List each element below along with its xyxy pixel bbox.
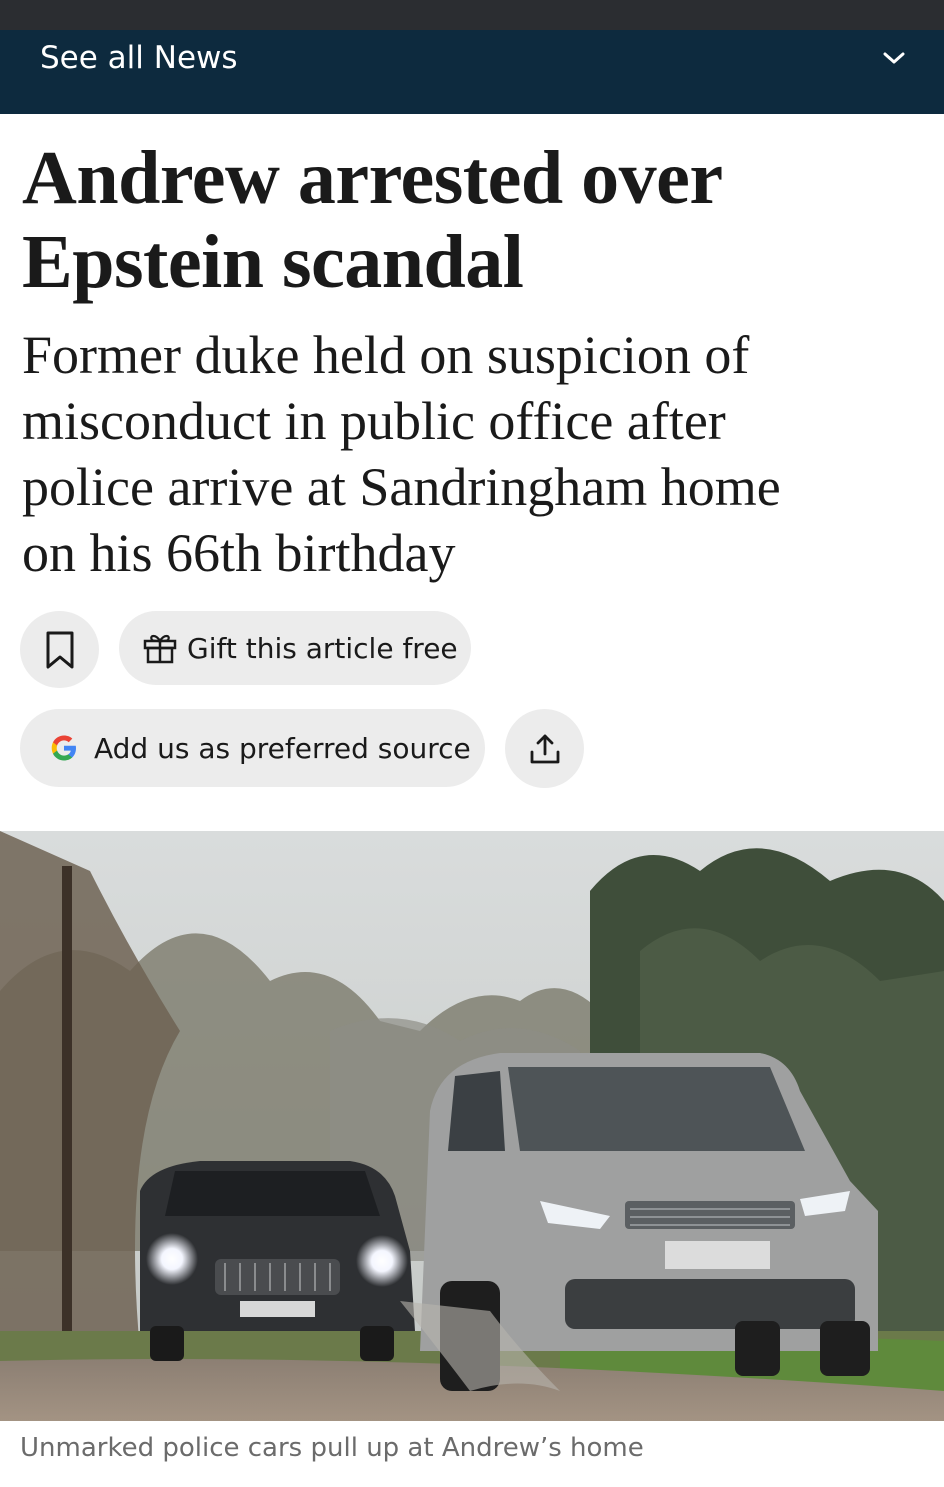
headline-line: Epstein scandal (22, 220, 524, 304)
section-nav-bar[interactable]: See all News (0, 30, 944, 114)
bookmark-icon (46, 631, 73, 668)
share-icon (530, 734, 559, 763)
gift-article-label: Gift this article free (187, 631, 458, 665)
google-g-icon (51, 735, 76, 761)
standfirst-line: on his 66th birthday (22, 523, 456, 583)
standfirst-line: misconduct in public office after (22, 391, 726, 451)
article-standfirst: Former duke held on suspicion of miscond… (22, 322, 927, 586)
preferred-source-label: Add us as preferred source (94, 731, 471, 765)
bookmark-button[interactable] (20, 611, 99, 688)
status-bar (0, 0, 944, 30)
gift-article-button[interactable]: Gift this article free (119, 611, 471, 685)
article-hero-image (0, 831, 944, 1421)
gift-icon (143, 634, 177, 664)
police-cars-photo (0, 831, 944, 1421)
preferred-source-button[interactable]: Add us as preferred source (20, 709, 485, 787)
article-headline: Andrew arrested over Epstein scandal (22, 136, 922, 304)
chevron-down-icon[interactable] (880, 44, 908, 72)
headline-line: Andrew arrested over (22, 136, 723, 220)
standfirst-line: Former duke held on suspicion of (22, 325, 750, 385)
image-caption: Unmarked police cars pull up at Andrew’s… (20, 1433, 644, 1463)
see-all-news-label[interactable]: See all News (40, 38, 238, 78)
share-button[interactable] (505, 709, 584, 788)
standfirst-line: police arrive at Sandringham home (22, 457, 781, 517)
